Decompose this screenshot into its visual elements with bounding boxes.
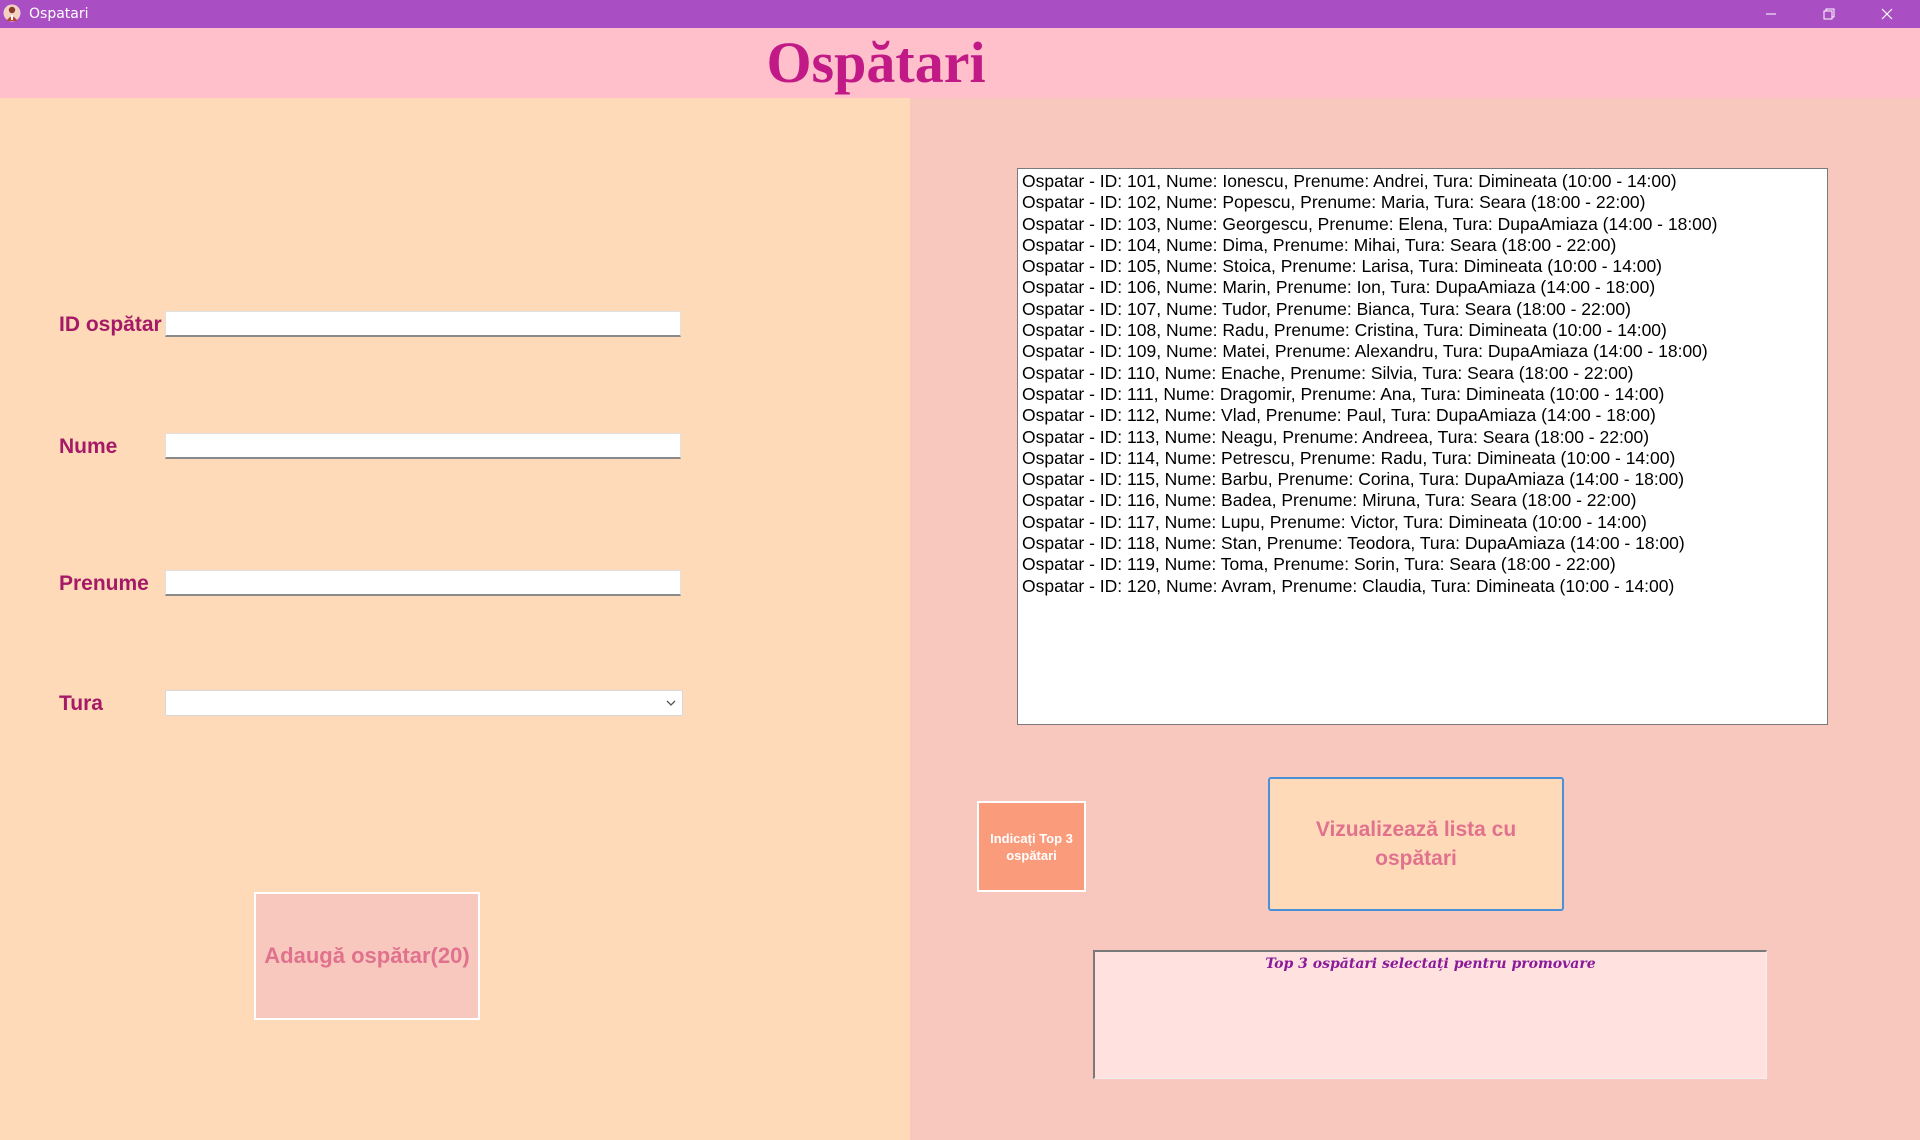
list-item[interactable]: Ospatar - ID: 112, Nume: Vlad, Prenume: …	[1022, 405, 1823, 426]
promotion-title: Top 3 ospătari selectați pentru promovar…	[1265, 956, 1596, 972]
window-title: Ospatari	[29, 6, 89, 22]
chevron-down-icon	[666, 700, 676, 706]
list-item[interactable]: Ospatar - ID: 115, Nume: Barbu, Prenume:…	[1022, 469, 1823, 490]
header-banner: Ospătari	[0, 28, 1920, 98]
minimize-button[interactable]	[1742, 0, 1800, 28]
list-item[interactable]: Ospatar - ID: 101, Nume: Ionescu, Prenum…	[1022, 171, 1823, 192]
list-item[interactable]: Ospatar - ID: 113, Nume: Neagu, Prenume:…	[1022, 427, 1823, 448]
list-item[interactable]: Ospatar - ID: 103, Nume: Georgescu, Pren…	[1022, 214, 1823, 235]
nume-input[interactable]	[165, 433, 681, 459]
tura-label: Tura	[59, 692, 103, 715]
list-item[interactable]: Ospatar - ID: 118, Nume: Stan, Prenume: …	[1022, 533, 1823, 554]
app-waiter-icon	[3, 4, 21, 22]
list-item[interactable]: Ospatar - ID: 102, Nume: Popescu, Prenum…	[1022, 192, 1823, 213]
restore-button[interactable]	[1800, 0, 1858, 28]
window-titlebar: Ospatari	[0, 0, 1920, 28]
close-icon	[1881, 8, 1893, 20]
nume-label: Nume	[59, 435, 118, 458]
restore-icon	[1823, 8, 1835, 20]
close-button[interactable]	[1858, 0, 1916, 28]
indicate-top3-button[interactable]: Indicați Top 3 ospătari	[977, 801, 1086, 892]
list-item[interactable]: Ospatar - ID: 109, Nume: Matei, Prenume:…	[1022, 341, 1823, 362]
list-item[interactable]: Ospatar - ID: 107, Nume: Tudor, Prenume:…	[1022, 299, 1823, 320]
id-input[interactable]	[165, 311, 681, 337]
id-label: ID ospătar	[59, 313, 162, 336]
list-item[interactable]: Ospatar - ID: 110, Nume: Enache, Prenume…	[1022, 363, 1823, 384]
prenume-input[interactable]	[165, 570, 681, 596]
page-title: Ospătari	[766, 30, 986, 95]
waiter-listbox[interactable]: Ospatar - ID: 101, Nume: Ionescu, Prenum…	[1017, 168, 1828, 725]
list-item[interactable]: Ospatar - ID: 114, Nume: Petrescu, Prenu…	[1022, 448, 1823, 469]
list-item[interactable]: Ospatar - ID: 116, Nume: Badea, Prenume:…	[1022, 490, 1823, 511]
list-item[interactable]: Ospatar - ID: 111, Nume: Dragomir, Prenu…	[1022, 384, 1823, 405]
list-item[interactable]: Ospatar - ID: 106, Nume: Marin, Prenume:…	[1022, 277, 1823, 298]
list-item[interactable]: Ospatar - ID: 104, Nume: Dima, Prenume: …	[1022, 235, 1823, 256]
view-list-button[interactable]: Vizualizează lista cu ospătari	[1268, 777, 1564, 911]
minimize-icon	[1766, 13, 1776, 15]
list-item[interactable]: Ospatar - ID: 119, Nume: Toma, Prenume: …	[1022, 554, 1823, 575]
promotion-box: Top 3 ospătari selectați pentru promovar…	[1093, 950, 1767, 1079]
list-item[interactable]: Ospatar - ID: 120, Nume: Avram, Prenume:…	[1022, 576, 1823, 597]
list-item[interactable]: Ospatar - ID: 105, Nume: Stoica, Prenume…	[1022, 256, 1823, 277]
tura-select[interactable]	[165, 690, 683, 716]
list-item[interactable]: Ospatar - ID: 108, Nume: Radu, Prenume: …	[1022, 320, 1823, 341]
prenume-label: Prenume	[59, 572, 149, 595]
list-item[interactable]: Ospatar - ID: 117, Nume: Lupu, Prenume: …	[1022, 512, 1823, 533]
add-waiter-button[interactable]: Adaugă ospătar(20)	[254, 892, 480, 1020]
